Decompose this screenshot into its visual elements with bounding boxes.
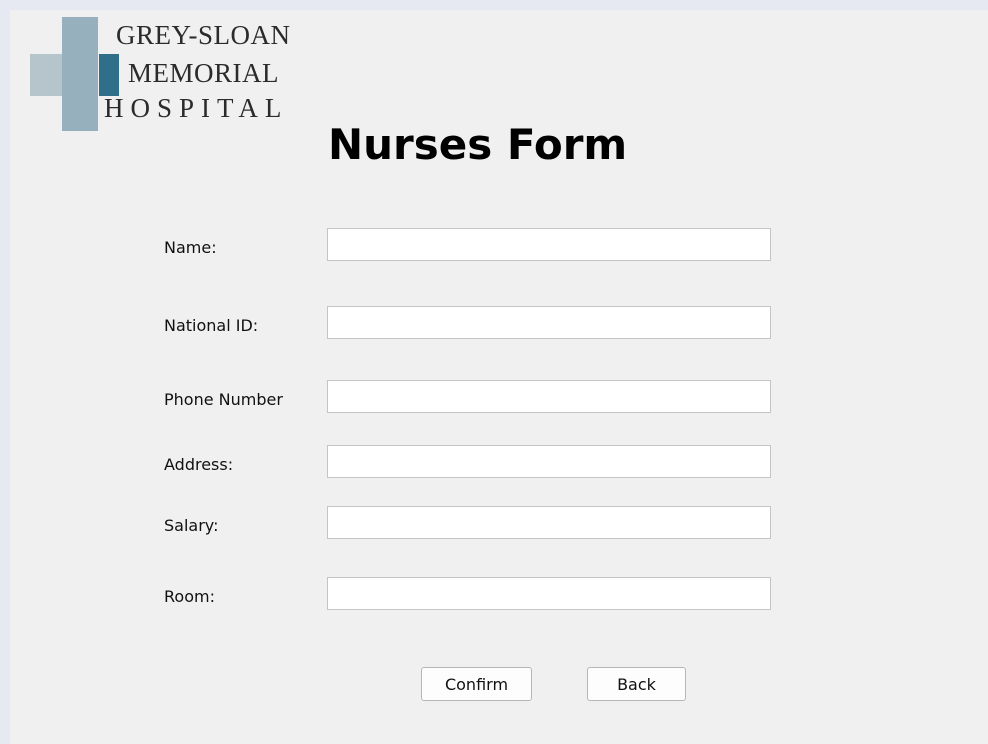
hospital-logo: GREY-SLOAN MEMORIAL HOSPITAL [30,16,310,132]
salary-label: Salary: [164,516,219,535]
logo-text-line2: MEMORIAL [128,58,279,88]
room-label: Room: [164,587,215,606]
address-label: Address: [164,455,234,474]
confirm-button[interactable]: Confirm [421,667,532,701]
name-label: Name: [164,238,217,257]
national-id-label: National ID: [164,316,259,335]
room-field[interactable] [327,577,771,610]
name-field[interactable] [327,228,771,261]
logo-text-line1: GREY-SLOAN [116,20,291,50]
phone-number-field[interactable] [327,380,771,413]
logo-text-line3: HOSPITAL [104,93,289,123]
form-window: GREY-SLOAN MEMORIAL HOSPITAL Nurses Form… [10,10,988,744]
back-button[interactable]: Back [587,667,686,701]
phone-number-label: Phone Number [164,390,283,409]
salary-field[interactable] [327,506,771,539]
address-field[interactable] [327,445,771,478]
page-title: Nurses Form [328,120,628,169]
national-id-field[interactable] [327,306,771,339]
